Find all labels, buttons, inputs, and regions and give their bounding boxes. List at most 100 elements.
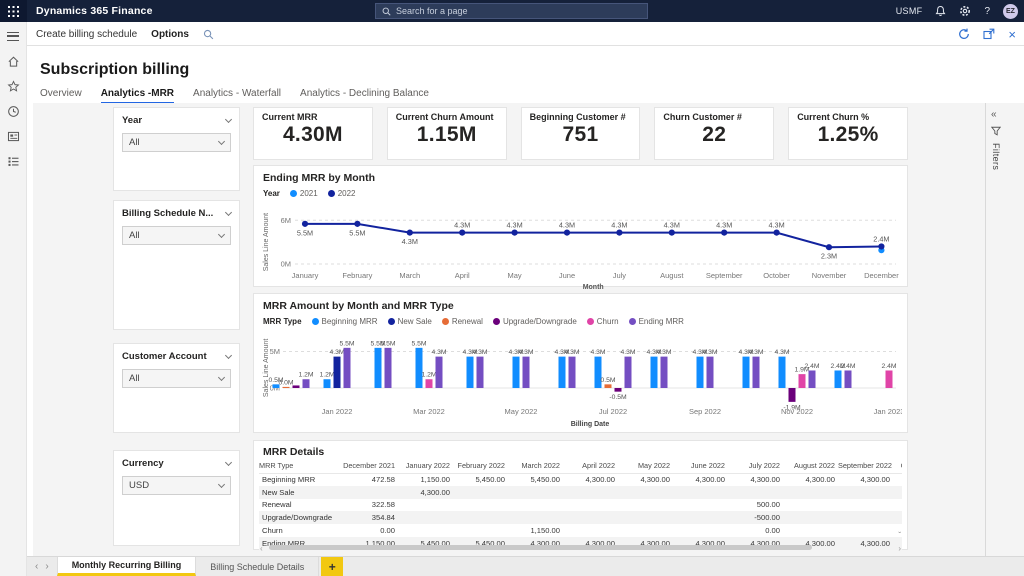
column-header[interactable]: MRR Type xyxy=(259,460,343,473)
table-cell[interactable]: 4,300.00 xyxy=(673,473,728,486)
table-cell[interactable]: 4,300.00 xyxy=(838,473,893,486)
table-cell[interactable]: 0.00 xyxy=(728,524,783,537)
tab-analytics-mrr[interactable]: Analytics -MRR xyxy=(101,88,174,104)
bar-Upgrade/Downgrade[interactable] xyxy=(293,385,300,388)
bar-Beginning MRR[interactable] xyxy=(835,370,842,388)
bar-Churn[interactable] xyxy=(426,379,433,388)
legend-item[interactable]: 2022 xyxy=(328,189,356,198)
table-cell[interactable] xyxy=(673,486,728,499)
table-cell[interactable] xyxy=(618,499,673,512)
column-header[interactable]: February 2022 xyxy=(453,460,508,473)
bar-Renewal[interactable] xyxy=(283,387,290,388)
legend-item[interactable]: Ending MRR xyxy=(629,317,684,326)
table-cell[interactable] xyxy=(783,486,838,499)
sheet-tabs-next-icon[interactable]: › xyxy=(45,561,48,572)
column-header[interactable]: May 2022 xyxy=(618,460,673,473)
column-header[interactable]: June 2022 xyxy=(673,460,728,473)
data-point[interactable] xyxy=(354,221,360,227)
table-cell[interactable] xyxy=(618,511,673,524)
options-menu-button[interactable]: Options xyxy=(151,29,189,40)
environment-badge[interactable]: USMF xyxy=(896,6,923,16)
table-cell[interactable] xyxy=(618,524,673,537)
top-search-box[interactable]: Search for a page xyxy=(375,3,648,19)
scrollbar-thumb[interactable] xyxy=(269,545,812,550)
table-cell[interactable] xyxy=(563,499,618,512)
table-cell[interactable] xyxy=(618,486,673,499)
row-header-cell[interactable]: Churn xyxy=(259,524,343,537)
navigation-list-icon[interactable] xyxy=(5,153,21,169)
create-billing-schedule-button[interactable]: Create billing schedule xyxy=(36,29,137,40)
modules-icon[interactable] xyxy=(5,128,21,144)
line-series-2022[interactable] xyxy=(305,224,881,247)
help-icon[interactable]: ? xyxy=(984,6,990,17)
data-point[interactable] xyxy=(512,230,518,236)
table-cell[interactable]: 4,300.00 xyxy=(618,473,673,486)
horizontal-scrollbar[interactable] xyxy=(269,545,886,550)
column-header[interactable]: March 2022 xyxy=(508,460,563,473)
table-cell[interactable] xyxy=(343,486,398,499)
table-cell[interactable] xyxy=(453,524,508,537)
table-cell[interactable] xyxy=(398,524,453,537)
table-cell[interactable] xyxy=(838,511,893,524)
table-cell[interactable]: 4,300.00 xyxy=(398,486,453,499)
bar-Beginning MRR[interactable] xyxy=(697,357,704,388)
kpi-churn-customer-count[interactable]: Churn Customer #22 xyxy=(654,107,774,160)
table-cell[interactable] xyxy=(783,524,838,537)
row-header-cell[interactable]: Renewal xyxy=(259,499,343,512)
close-icon[interactable]: × xyxy=(1008,28,1016,41)
table-cell[interactable]: 4,300.00 xyxy=(893,473,902,486)
sheet-tab-monthly-recurring-billing[interactable]: Monthly Recurring Billing xyxy=(57,557,197,576)
bar-Ending MRR[interactable] xyxy=(707,357,714,388)
bar-Ending MRR[interactable] xyxy=(809,370,816,388)
line-chart-ending-mrr-by-month[interactable]: Ending MRR by Month Year20212022 0M6MSal… xyxy=(253,165,908,287)
table-cell[interactable] xyxy=(563,524,618,537)
data-point[interactable] xyxy=(564,230,570,236)
bar-Renewal[interactable] xyxy=(605,384,612,388)
table-cell[interactable] xyxy=(893,486,902,499)
bar-Beginning MRR[interactable] xyxy=(375,348,382,388)
bar-Churn[interactable] xyxy=(799,374,806,388)
table-cell[interactable]: 4,300.00 xyxy=(728,473,783,486)
slicer-customer-account-dropdown[interactable]: All xyxy=(122,369,231,388)
line-chart-plot[interactable]: 0M6MSales Line AmountJanuaryFebruaryMarc… xyxy=(259,200,902,292)
chevron-down-icon[interactable] xyxy=(225,351,232,358)
data-point[interactable] xyxy=(616,230,622,236)
bar-Beginning MRR[interactable] xyxy=(416,348,423,388)
column-header[interactable]: April 2022 xyxy=(563,460,618,473)
legend-item[interactable]: Beginning MRR xyxy=(312,317,378,326)
table-cell[interactable]: 4,300.00 xyxy=(783,473,838,486)
table-cell[interactable] xyxy=(453,511,508,524)
scroll-down-icon[interactable]: ˇ xyxy=(898,531,901,540)
bar-Beginning MRR[interactable] xyxy=(651,357,658,388)
bar-Churn[interactable] xyxy=(886,370,893,388)
legend-item[interactable]: 2021 xyxy=(290,189,318,198)
table-cell[interactable]: -500.00 xyxy=(728,511,783,524)
table-cell[interactable] xyxy=(838,499,893,512)
table-cell[interactable] xyxy=(453,499,508,512)
data-point[interactable] xyxy=(407,230,413,236)
mrr-details-table-card[interactable]: MRR Details MRR TypeDecember 2021January… xyxy=(253,440,908,550)
table-cell[interactable] xyxy=(563,511,618,524)
kpi-current-churn-percent[interactable]: Current Churn %1.25% xyxy=(788,107,908,160)
column-header[interactable]: December 2021 xyxy=(343,460,398,473)
app-launcher-waffle-icon[interactable] xyxy=(0,0,27,22)
table-cell[interactable]: 1,150.00 xyxy=(508,524,563,537)
chevron-down-icon[interactable] xyxy=(225,458,232,465)
kpi-current-churn-amount[interactable]: Current Churn Amount1.15M xyxy=(387,107,507,160)
row-header-cell[interactable]: Beginning MRR xyxy=(259,473,343,486)
recent-clock-icon[interactable] xyxy=(5,103,21,119)
notifications-bell-icon[interactable] xyxy=(935,5,946,17)
data-point[interactable] xyxy=(459,230,465,236)
app-title[interactable]: Dynamics 365 Finance xyxy=(36,5,153,17)
bar-chart-plot[interactable]: 0M5MSales Line Amount0.5M0.0M1.2M1.2M4.3… xyxy=(259,328,902,432)
bar-Ending MRR[interactable] xyxy=(625,357,632,388)
column-header[interactable]: October 2022 xyxy=(893,460,902,473)
favorites-star-icon[interactable] xyxy=(5,78,21,94)
add-page-button[interactable]: + xyxy=(321,557,343,576)
legend-item[interactable]: Upgrade/Downgrade xyxy=(493,317,577,326)
bar-Beginning MRR[interactable] xyxy=(513,357,520,388)
nav-hamburger-icon[interactable] xyxy=(5,28,21,44)
sheet-tabs-prev-icon[interactable]: ‹ xyxy=(35,561,38,572)
table-cell[interactable] xyxy=(508,486,563,499)
slicer-billing-schedule-dropdown[interactable]: All xyxy=(122,226,231,245)
